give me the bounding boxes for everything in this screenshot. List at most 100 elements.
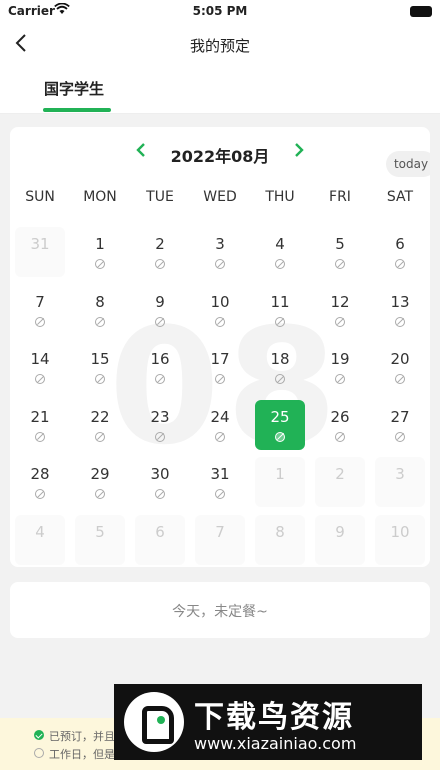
prev-month-icon[interactable] — [134, 139, 148, 167]
no-booking-icon — [275, 316, 285, 327]
calendar-day[interactable]: 25 — [255, 399, 305, 450]
day-number: 14 — [30, 350, 50, 368]
calendar-day[interactable]: 7 — [195, 514, 245, 565]
day-number: 19 — [330, 350, 350, 368]
promo-watermark: 下载鸟资源 www.xiazainiao.com — [114, 684, 422, 760]
no-booking-icon — [215, 259, 225, 269]
legend-booked-text: 已预订，并且 — [49, 730, 115, 743]
no-booking-icon — [155, 431, 165, 442]
day-number: 1 — [95, 235, 105, 253]
calendar-day[interactable]: 13 — [375, 285, 425, 335]
no-booking-icon — [95, 374, 105, 384]
calendar-day[interactable]: 9 — [135, 285, 185, 335]
promo-url: www.xiazainiao.com — [194, 734, 357, 753]
nav-bar: 我的预定 — [0, 24, 440, 66]
calendar-day[interactable]: 17 — [195, 342, 245, 392]
next-month-icon[interactable] — [292, 139, 306, 167]
legend-workday-text: 工作日，但是 — [49, 748, 115, 761]
weekday-label: MON — [83, 189, 117, 205]
meal-status-text: 今天，未定餐~ — [172, 604, 268, 620]
calendar-day[interactable]: 7 — [15, 285, 65, 335]
month-header: 2022年08月 today — [10, 139, 430, 177]
calendar-card: 08 2022年08月 today SUN MON TUE WED THU FRI SAT … — [10, 127, 430, 567]
calendar-day[interactable]: 21 — [15, 400, 65, 450]
calendar-day[interactable]: 19 — [315, 342, 365, 392]
calendar-day[interactable]: 10 — [195, 285, 245, 335]
weekday-label: FRI — [329, 189, 351, 205]
day-number: 17 — [210, 350, 230, 368]
calendar-day[interactable]: 8 — [75, 285, 125, 335]
day-number: 21 — [30, 407, 50, 426]
calendar-day[interactable]: 1 — [255, 457, 305, 507]
day-number: 8 — [275, 522, 285, 541]
calendar-day[interactable]: 31 — [15, 227, 65, 277]
calendar-day[interactable]: 9 — [315, 514, 365, 565]
calendar-day[interactable]: 8 — [255, 514, 305, 565]
calendar-day[interactable]: 16 — [135, 342, 185, 392]
calendar-day[interactable]: 26 — [315, 400, 365, 450]
day-number: 20 — [390, 350, 410, 368]
calendar-day[interactable]: 2 — [135, 227, 185, 277]
no-booking-icon — [155, 489, 165, 499]
no-booking-icon — [155, 374, 165, 384]
calendar-day[interactable]: 5 — [75, 514, 125, 565]
calendar-day[interactable]: 11 — [255, 285, 305, 335]
calendar-day[interactable]: 10 — [375, 514, 425, 565]
calendar-day[interactable]: 20 — [375, 342, 425, 392]
calendar-day[interactable]: 6 — [375, 227, 425, 277]
calendar-day[interactable]: 29 — [75, 457, 125, 507]
day-number: 5 — [335, 235, 345, 253]
calendar-day[interactable]: 2 — [315, 457, 365, 507]
no-booking-icon — [275, 259, 285, 269]
day-number: 27 — [390, 407, 410, 426]
calendar-day[interactable]: 15 — [75, 342, 125, 392]
calendar-day[interactable]: 6 — [135, 514, 185, 565]
day-number: 29 — [90, 465, 110, 483]
calendar-day[interactable]: 31 — [195, 457, 245, 507]
today-button[interactable]: today — [386, 151, 430, 177]
calendar-day[interactable]: 3 — [195, 227, 245, 277]
no-booking-icon — [335, 374, 345, 384]
tab-student[interactable]: 国字学生 — [44, 78, 104, 99]
weekday-label: SAT — [386, 189, 414, 205]
bird-logo-icon — [124, 692, 184, 752]
calendar-day[interactable]: 23 — [135, 400, 185, 450]
calendar-day[interactable]: 30 — [135, 457, 185, 507]
battery-icon — [410, 6, 432, 17]
day-number: 22 — [90, 407, 110, 426]
calendar-day[interactable]: 22 — [75, 400, 125, 450]
calendar-day[interactable]: 24 — [195, 400, 245, 450]
promo-name: 下载鸟资源 — [194, 700, 354, 735]
day-number: 25 — [270, 407, 290, 426]
calendar-day[interactable]: 1 — [75, 227, 125, 277]
calendar-day[interactable]: 4 — [15, 514, 65, 565]
calendar-day[interactable]: 28 — [15, 457, 65, 507]
no-booking-icon — [34, 748, 44, 758]
tab-active-indicator — [43, 108, 111, 112]
day-number: 13 — [390, 292, 410, 311]
calendar-day[interactable]: 4 — [255, 227, 305, 277]
no-booking-icon — [215, 489, 225, 499]
calendar-day[interactable]: 14 — [15, 342, 65, 392]
no-booking-icon — [95, 431, 105, 442]
day-number: 7 — [35, 292, 45, 311]
weekday-label: WED — [203, 189, 237, 205]
calendar-day[interactable]: 5 — [315, 227, 365, 277]
day-number: 28 — [30, 465, 50, 483]
day-number: 18 — [270, 350, 290, 368]
calendar-day[interactable]: 27 — [375, 400, 425, 450]
month-title: 2022年08月 — [170, 147, 270, 166]
calendar-day[interactable]: 18 — [255, 342, 305, 392]
day-number: 31 — [30, 235, 50, 253]
clock-time: 5:05 PM — [192, 4, 248, 18]
weekday-label: TUE — [146, 189, 174, 205]
calendar-day[interactable]: 3 — [375, 457, 425, 507]
no-booking-icon — [35, 316, 45, 327]
calendar-day[interactable]: 12 — [315, 285, 365, 335]
day-number: 12 — [330, 292, 350, 311]
no-booking-icon — [275, 431, 285, 442]
day-number: 10 — [210, 292, 230, 311]
day-number: 10 — [390, 522, 410, 541]
no-booking-icon — [35, 374, 45, 384]
day-number: 16 — [150, 350, 170, 368]
